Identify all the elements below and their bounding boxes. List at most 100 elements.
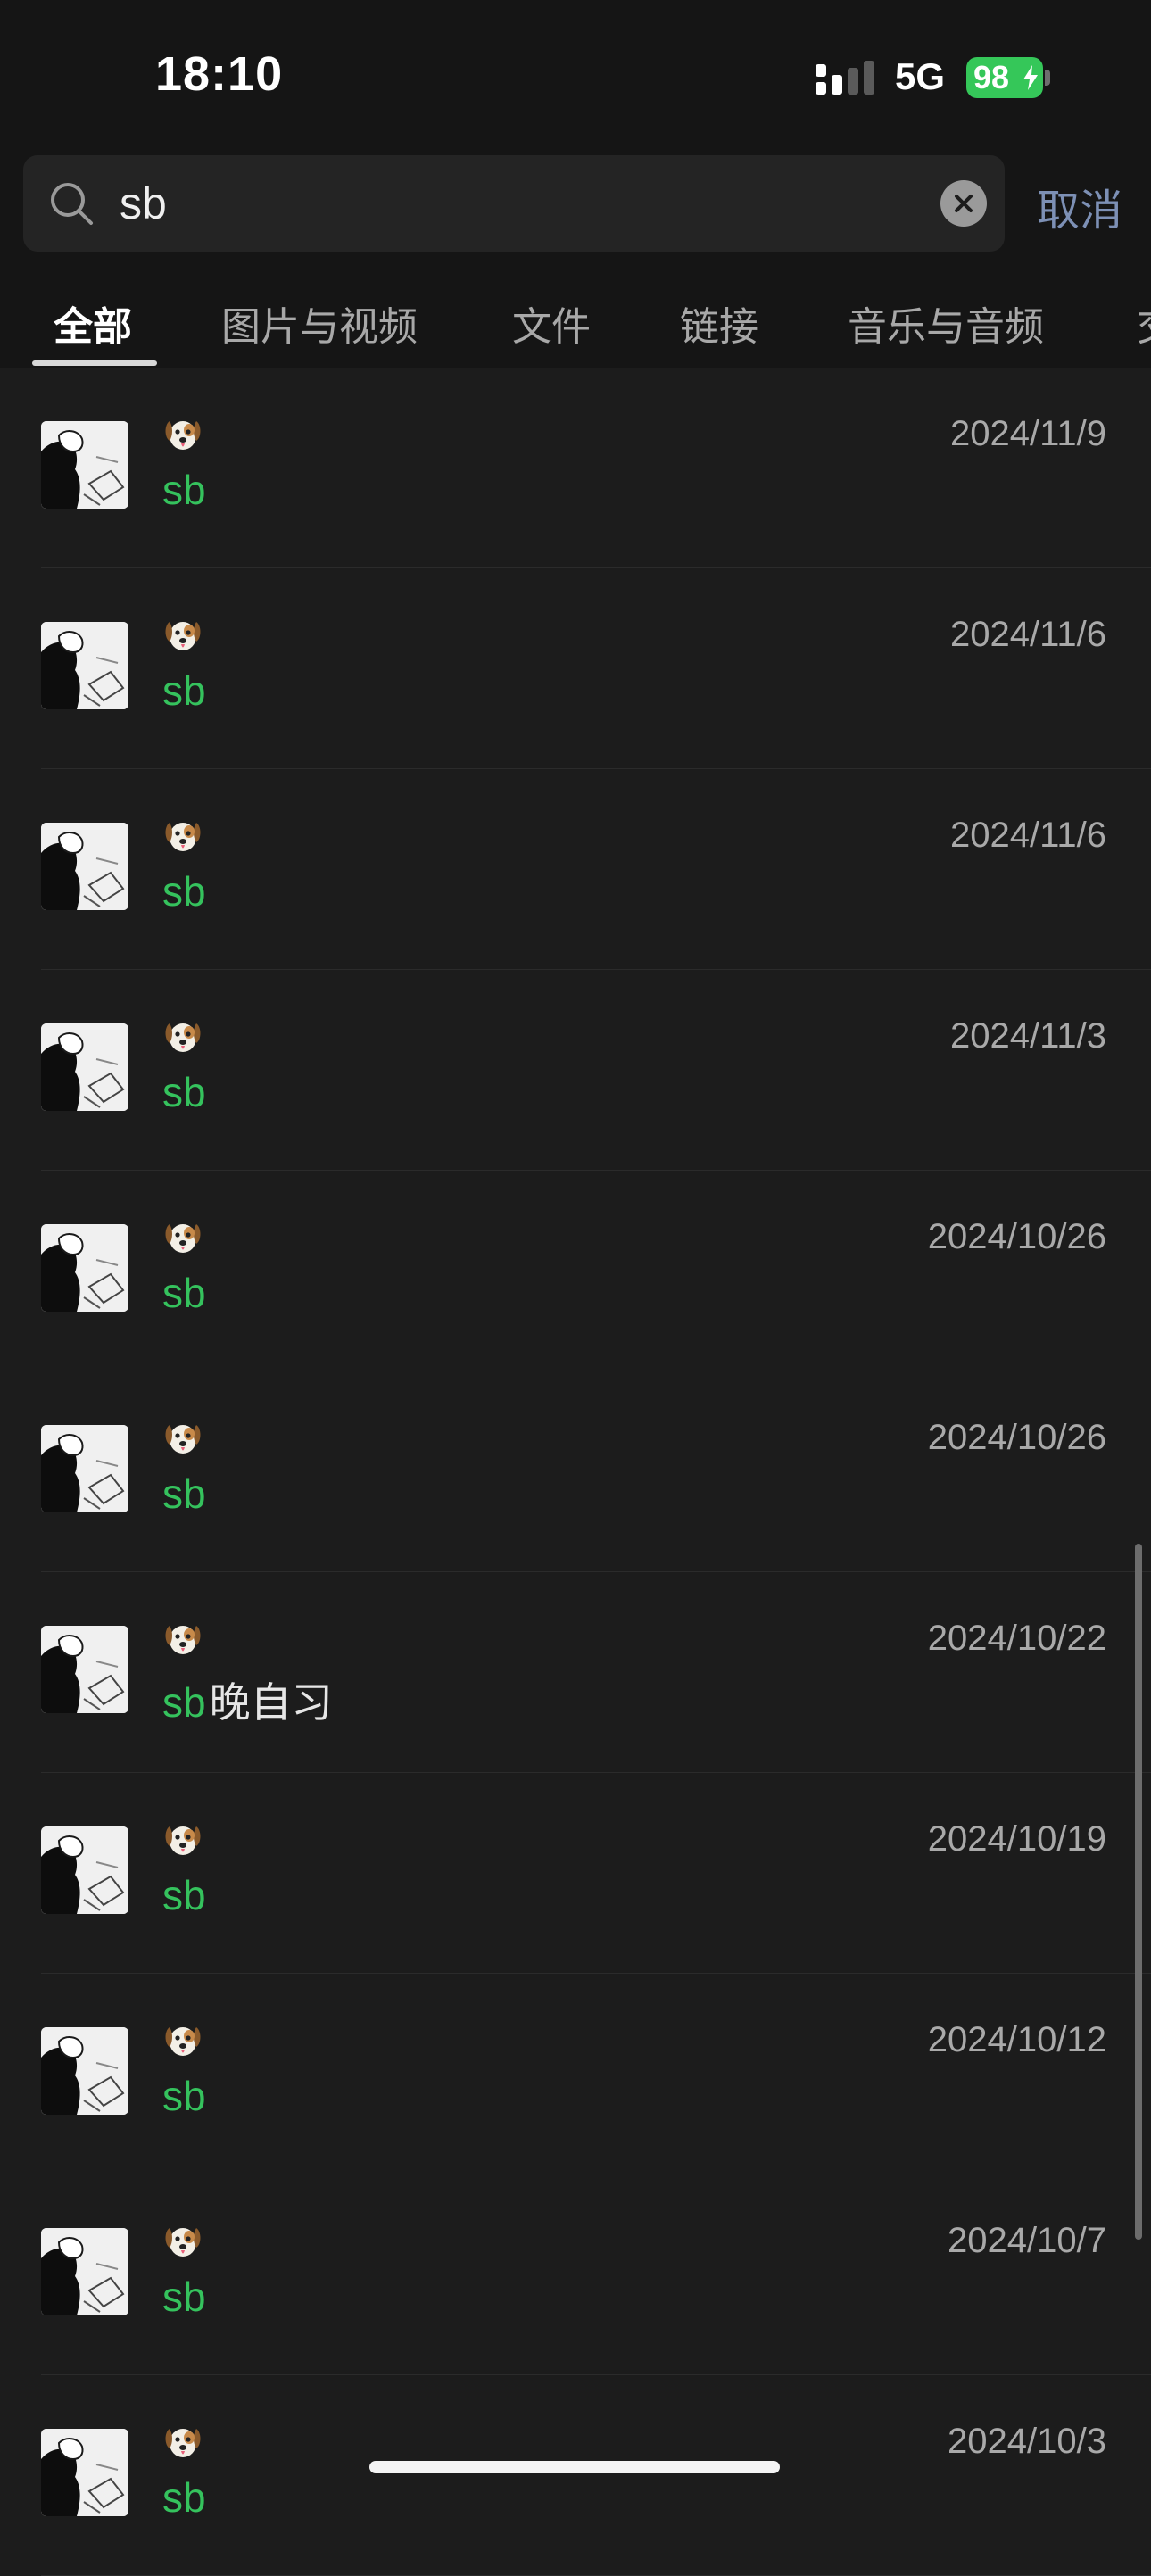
avatar[interactable]: [41, 1023, 128, 1111]
result-date: 2024/10/26: [927, 1217, 1106, 1256]
avatar-image: [41, 2228, 128, 2315]
matched-keyword: sb: [162, 2474, 206, 2521]
dog-face-icon: [165, 421, 201, 450]
dog-face-icon: [165, 2429, 201, 2457]
avatar-image: [41, 2429, 128, 2516]
tab-files[interactable]: 文件: [512, 294, 591, 352]
avatar-image: [41, 622, 128, 709]
status-time: 18:10: [155, 47, 284, 101]
dog-face-icon: [165, 2228, 201, 2257]
result-date: 2024/10/3: [948, 2422, 1106, 2461]
message-preview: sb: [162, 466, 210, 514]
dog-face-icon: [165, 1425, 201, 1454]
charging-bolt-icon: [1023, 65, 1038, 90]
message-preview: sb: [162, 667, 210, 715]
avatar[interactable]: [41, 2228, 128, 2315]
filter-tabs: 全部 图片与视频 文件 链接 音乐与音频 交: [0, 286, 1151, 368]
message-preview: sb: [162, 2072, 210, 2120]
matched-keyword: sb: [162, 1069, 206, 1115]
avatar[interactable]: [41, 421, 128, 509]
avatar-image: [41, 1224, 128, 1312]
message-preview: sb晚自习: [162, 1670, 333, 1729]
matched-keyword: sb: [162, 1679, 206, 1726]
active-tab-indicator: [32, 360, 157, 366]
battery-level: 98: [973, 59, 1010, 95]
message-preview: sb: [162, 1269, 210, 1317]
message-preview: sb: [162, 867, 210, 915]
avatar[interactable]: [41, 622, 128, 709]
result-row[interactable]: sb晚自习 2024/10/22: [0, 1572, 1151, 1773]
matched-keyword: sb: [162, 1872, 206, 1918]
home-indicator[interactable]: [369, 2461, 780, 2473]
avatar-image: [41, 2027, 128, 2115]
result-row[interactable]: sb 2024/10/26: [0, 1371, 1151, 1572]
result-row[interactable]: sb 2024/11/3: [0, 970, 1151, 1171]
avatar[interactable]: [41, 1425, 128, 1512]
message-preview: sb: [162, 1470, 210, 1518]
dog-face-icon: [165, 1826, 201, 1855]
dog-face-icon: [165, 1023, 201, 1052]
result-date: 2024/11/3: [950, 1016, 1106, 1056]
battery-indicator: 98: [966, 57, 1043, 98]
matched-keyword: sb: [162, 467, 206, 513]
tab-images-videos[interactable]: 图片与视频: [221, 294, 418, 352]
tab-music-audio[interactable]: 音乐与音频: [848, 294, 1044, 352]
avatar-image: [41, 823, 128, 910]
avatar-image: [41, 1826, 128, 1914]
result-row[interactable]: sb 2024/11/9: [0, 368, 1151, 568]
result-date: 2024/10/22: [927, 1619, 1106, 1658]
cancel-button[interactable]: 取消: [1037, 175, 1122, 237]
result-date: 2024/10/7: [948, 2221, 1106, 2260]
matched-keyword: sb: [162, 1470, 206, 1517]
avatar[interactable]: [41, 2027, 128, 2115]
dog-face-icon: [165, 1224, 201, 1253]
dog-face-icon: [165, 622, 201, 650]
tab-more[interactable]: 交: [1137, 294, 1151, 352]
tab-all[interactable]: 全部: [54, 294, 132, 352]
matched-keyword: sb: [162, 667, 206, 714]
result-date: 2024/10/12: [927, 2020, 1106, 2059]
dog-face-icon: [165, 1626, 201, 1654]
message-text: 晚自习: [209, 1679, 333, 1726]
dog-face-icon: [165, 823, 201, 851]
avatar[interactable]: [41, 2429, 128, 2516]
result-row[interactable]: sb 2024/10/3: [0, 2375, 1151, 2576]
avatar[interactable]: [41, 1626, 128, 1713]
avatar[interactable]: [41, 1224, 128, 1312]
avatar-image: [41, 421, 128, 509]
avatar[interactable]: [41, 823, 128, 910]
result-date: 2024/11/9: [950, 414, 1106, 453]
search-icon: [51, 183, 93, 225]
result-date: 2024/10/19: [927, 1819, 1106, 1859]
avatar[interactable]: [41, 1826, 128, 1914]
result-row[interactable]: sb 2024/11/6: [0, 769, 1151, 970]
result-row[interactable]: sb 2024/11/6: [0, 568, 1151, 769]
scrollbar[interactable]: [1135, 1544, 1142, 2240]
message-preview: sb: [162, 2273, 210, 2321]
result-row[interactable]: sb 2024/10/26: [0, 1171, 1151, 1371]
result-date: 2024/11/6: [950, 816, 1106, 855]
avatar-image: [41, 1626, 128, 1713]
result-date: 2024/10/26: [927, 1418, 1106, 1457]
close-icon: [955, 195, 973, 212]
result-row[interactable]: sb 2024/10/19: [0, 1773, 1151, 1974]
cellular-signal-icon: [816, 61, 874, 95]
tab-links[interactable]: 链接: [680, 294, 758, 352]
search-input[interactable]: [120, 171, 923, 236]
clear-search-button[interactable]: [940, 180, 987, 227]
dog-face-icon: [165, 2027, 201, 2056]
matched-keyword: sb: [162, 868, 206, 915]
result-row[interactable]: sb 2024/10/7: [0, 2174, 1151, 2375]
search-box[interactable]: [23, 155, 1005, 252]
matched-keyword: sb: [162, 2073, 206, 2119]
battery-tip: [1045, 70, 1050, 86]
message-preview: sb: [162, 1068, 210, 1116]
network-type: 5G: [895, 55, 946, 97]
avatar-image: [41, 1425, 128, 1512]
message-preview: sb: [162, 2473, 210, 2522]
message-preview: sb: [162, 1871, 210, 1919]
avatar-image: [41, 1023, 128, 1111]
result-row[interactable]: sb 2024/10/12: [0, 1974, 1151, 2174]
matched-keyword: sb: [162, 2274, 206, 2320]
result-date: 2024/11/6: [950, 615, 1106, 654]
